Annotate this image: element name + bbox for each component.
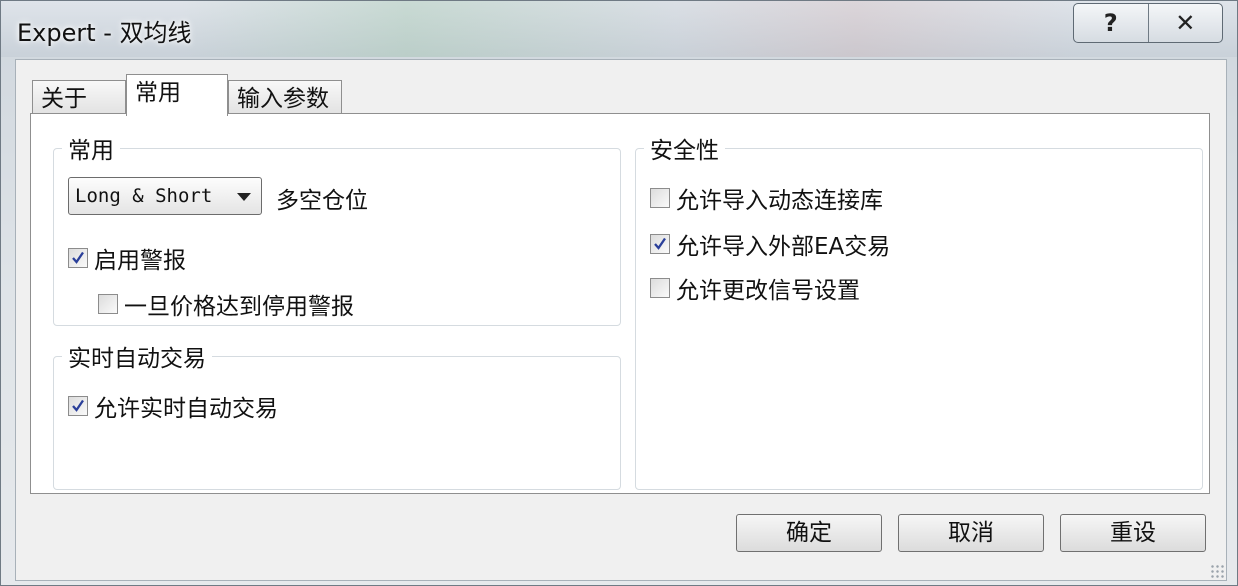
reset-button[interactable]: 重设: [1060, 514, 1206, 552]
checkmark-icon: [72, 251, 84, 264]
close-button[interactable]: ✕: [1147, 4, 1223, 42]
cancel-button[interactable]: 取消: [898, 514, 1044, 552]
enable-alert-checkbox[interactable]: [68, 248, 88, 268]
position-label: 多空仓位: [276, 188, 368, 214]
enable-alert-label: 启用警报: [94, 248, 186, 274]
enable-alert-row[interactable]: 启用警报: [68, 241, 186, 275]
expert-dialog: Expert - 双均线 ? ✕ 关于 常用 输入参数 常用 Long & Sh…: [0, 0, 1238, 586]
title-background: [181, 1, 1081, 57]
allow-signal-change-label: 允许更改信号设置: [676, 278, 860, 304]
group-common-label: 常用: [62, 131, 120, 165]
tab-common[interactable]: 常用: [126, 74, 228, 116]
group-live-trading-label: 实时自动交易: [62, 339, 212, 373]
disable-alert-checkbox[interactable]: [98, 294, 118, 314]
title-bar: Expert - 双均线 ? ✕: [1, 1, 1237, 57]
tab-inputs[interactable]: 输入参数: [228, 80, 342, 114]
tab-panel: 常用 Long & Short 多空仓位 启用警报 一旦价格达到停用警报 实时自…: [30, 113, 1210, 494]
allow-external-ea-row[interactable]: 允许导入外部EA交易: [650, 227, 890, 261]
position-select-value: Long & Short: [75, 185, 213, 207]
tab-about[interactable]: 关于: [32, 80, 126, 114]
position-select[interactable]: Long & Short: [68, 177, 262, 215]
dialog-client: 关于 常用 输入参数 常用 Long & Short 多空仓位 启用警报 一旦价…: [15, 59, 1227, 581]
allow-live-trading-label: 允许实时自动交易: [94, 396, 278, 422]
group-common: 常用 Long & Short 多空仓位 启用警报 一旦价格达到停用警报: [53, 131, 621, 326]
checkmark-icon: [72, 399, 84, 412]
group-security-label: 安全性: [644, 131, 725, 165]
checkmark-icon: [654, 237, 666, 250]
allow-external-ea-label: 允许导入外部EA交易: [676, 234, 891, 260]
allow-signal-change-row[interactable]: 允许更改信号设置: [650, 271, 860, 305]
allow-dll-label: 允许导入动态连接库: [676, 188, 883, 214]
allow-external-ea-checkbox[interactable]: [650, 234, 670, 254]
resize-grip-icon[interactable]: [1210, 564, 1224, 578]
disable-alert-label: 一旦价格达到停用警报: [124, 294, 354, 320]
allow-dll-row[interactable]: 允许导入动态连接库: [650, 181, 883, 215]
chevron-down-icon: [237, 193, 251, 201]
group-security: 安全性 允许导入动态连接库 允许导入外部EA交易 允许更改信号设置: [635, 131, 1203, 490]
group-live-trading: 实时自动交易 允许实时自动交易: [53, 339, 621, 490]
ok-button[interactable]: 确定: [736, 514, 882, 552]
allow-live-trading-row[interactable]: 允许实时自动交易: [68, 389, 278, 423]
allow-signal-change-checkbox[interactable]: [650, 278, 670, 298]
allow-live-trading-checkbox[interactable]: [68, 396, 88, 416]
window-title: Expert - 双均线: [17, 19, 192, 47]
help-button[interactable]: ?: [1074, 4, 1148, 42]
disable-alert-row[interactable]: 一旦价格达到停用警报: [98, 287, 354, 321]
title-buttons: ? ✕: [1073, 3, 1223, 43]
allow-dll-checkbox[interactable]: [650, 188, 670, 208]
